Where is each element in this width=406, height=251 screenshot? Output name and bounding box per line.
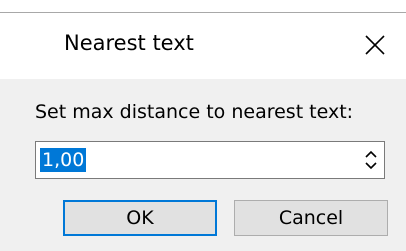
dialog-body: Set max distance to nearest text: 1,00 O… <box>0 79 406 251</box>
title-bar[interactable]: Nearest text <box>0 13 406 79</box>
spin-buttons <box>364 148 378 172</box>
chevron-down-icon[interactable] <box>364 160 378 172</box>
chevron-up-icon[interactable] <box>364 148 378 160</box>
close-button[interactable] <box>348 13 406 79</box>
distance-prompt-label: Set max distance to nearest text: <box>35 101 354 123</box>
max-distance-spinbox[interactable]: 1,00 <box>35 141 385 179</box>
nearest-text-dialog: Nearest text Set max distance to nearest… <box>0 12 406 251</box>
ok-button[interactable]: OK <box>63 200 217 236</box>
max-distance-value[interactable]: 1,00 <box>40 148 87 172</box>
close-icon <box>365 35 385 55</box>
cancel-button[interactable]: Cancel <box>234 200 388 236</box>
dialog-title: Nearest text <box>64 31 194 55</box>
